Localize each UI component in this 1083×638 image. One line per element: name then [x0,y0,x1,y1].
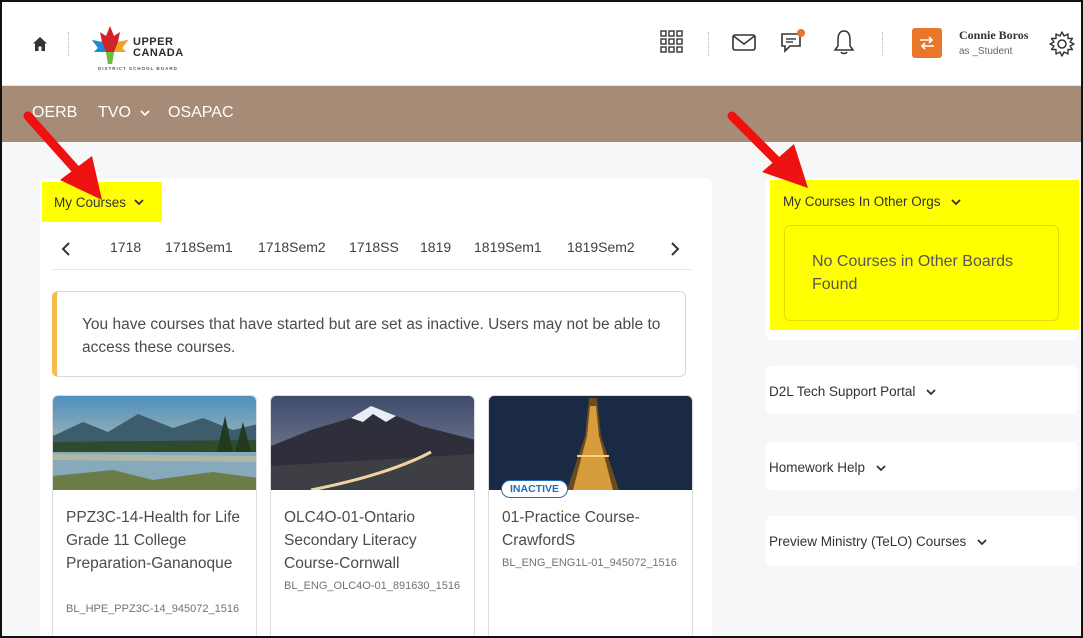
bell-icon[interactable] [830,28,858,56]
school-board-logo[interactable]: UPPER CANADA DISTRICT SCHOOL BOARD [88,22,198,74]
chevron-down-icon [876,465,886,472]
header-divider [708,32,709,56]
other-orgs-empty-state: No Courses in Other Boards Found [784,225,1059,321]
chevron-left-icon[interactable] [61,242,71,256]
annotation-arrow-icon [23,111,102,200]
logo-text-board: DISTRICT SCHOOL BOARD [98,66,178,71]
course-title[interactable]: 01-Practice Course-CrawfordS [502,506,684,552]
other-orgs-widget: My Courses In Other Orgs No Courses in O… [766,178,1079,340]
alert-message: You have courses that have started but a… [82,316,661,356]
widget-title: Homework Help [769,460,866,475]
tab-1718[interactable]: 1718 [110,239,141,255]
mail-icon[interactable] [730,28,758,56]
chevron-down-icon [926,389,936,396]
course-card[interactable]: PPZ3C-14-Health for Life Grade 11 Colleg… [52,395,257,636]
other-orgs-title: My Courses In Other Orgs [783,194,941,209]
other-orgs-header[interactable]: My Courses In Other Orgs [783,194,961,209]
tab-1718sem1[interactable]: 1718Sem1 [165,239,233,255]
tab-1819[interactable]: 1819 [420,239,451,255]
nav-bar: OERB TVO OSAPAC [2,86,1081,142]
annotation-arrow-icon [727,111,808,188]
course-title[interactable]: PPZ3C-14-Health for Life Grade 11 Colleg… [66,506,248,575]
top-header: UPPER CANADA DISTRICT SCHOOL BOARD Conni… [2,2,1081,86]
course-title[interactable]: OLC4O-01-Ontario Secondary Literacy Cour… [284,506,466,575]
widget-header[interactable]: D2L Tech Support Portal [769,384,936,399]
course-code: BL_ENG_OLC4O-01_891630_1516 [284,580,461,592]
inactive-courses-alert: You have courses that have started but a… [52,291,686,377]
widget-title: Preview Ministry (TeLO) Courses [769,534,967,549]
apps-grid-icon[interactable] [658,28,686,56]
widget-title: D2L Tech Support Portal [769,384,916,399]
chat-icon[interactable] [778,28,806,56]
user-role: as _Student [959,46,1013,57]
course-image-lake [53,396,256,490]
inactive-badge: INACTIVE [501,480,569,498]
homework-help-widget[interactable]: Homework Help [766,442,1078,490]
home-icon[interactable] [32,36,48,52]
course-code: BL_HPE_PPZ3C-14_945072_1516 [66,603,240,615]
course-card[interactable]: INACTIVE 01-Practice Course-CrawfordS BL… [488,395,693,636]
widget-header[interactable]: Homework Help [769,460,886,475]
chevron-down-icon [977,539,987,546]
widget-header[interactable]: Preview Ministry (TeLO) Courses [769,534,987,549]
course-image-mountain [271,396,474,490]
tech-support-widget[interactable]: D2L Tech Support Portal [766,366,1078,414]
tab-1718sem2[interactable]: 1718Sem2 [258,239,326,255]
tab-1819sem1[interactable]: 1819Sem1 [474,239,542,255]
nav-item-osapac[interactable]: OSAPAC [168,104,234,122]
chevron-down-icon [951,199,961,206]
logo-text-canada: CANADA [133,47,184,59]
course-code: BL_ENG_ENG1L-01_945072_1516 [502,557,677,569]
semester-tabs: 1718 1718Sem1 1718Sem2 1718SS 1819 1819S… [52,230,692,270]
preview-ministry-widget[interactable]: Preview Ministry (TeLO) Courses [766,516,1078,566]
my-courses-widget: My Courses 1718 1718Sem1 1718Sem2 1718SS… [40,178,712,636]
impersonate-icon[interactable] [912,28,942,58]
tab-1718ss[interactable]: 1718SS [349,239,399,255]
header-divider [882,32,883,56]
maple-leaf-logo-icon [92,26,128,64]
gear-icon[interactable] [1048,30,1076,58]
empty-message: No Courses in Other Boards Found [812,253,1013,293]
page-frame: UPPER CANADA DISTRICT SCHOOL BOARD Conni… [0,0,1083,638]
header-divider [68,32,69,56]
chevron-right-icon[interactable] [670,242,680,256]
course-image-eiffel-tower [489,396,692,490]
user-name[interactable]: Connie Boros [959,28,1028,43]
chevron-down-icon [140,110,150,117]
chevron-down-icon [134,199,144,206]
tab-1819sem2[interactable]: 1819Sem2 [567,239,635,255]
course-card[interactable]: OLC4O-01-Ontario Secondary Literacy Cour… [270,395,475,636]
